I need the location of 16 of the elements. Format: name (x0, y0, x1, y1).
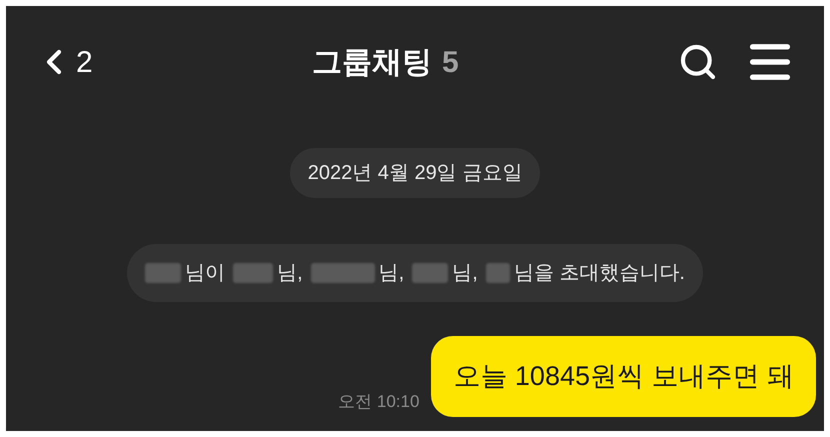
invite-text: 님, (378, 261, 404, 286)
message-bubble: 오늘 10845원씩 보내주면 돼 (431, 336, 816, 416)
chat-title: 그룹채팅 (312, 44, 432, 80)
redaction-mark (486, 263, 510, 283)
back-button[interactable]: 2 (34, 40, 93, 84)
redaction-mark (310, 263, 375, 283)
invite-text: 님이 (185, 261, 226, 286)
invite-text: 님을 초대했습니다. (514, 261, 685, 286)
search-icon[interactable] (678, 42, 718, 82)
invite-text: 님, (277, 261, 303, 286)
member-count: 5 (442, 44, 459, 80)
invite-text: 님, (452, 261, 478, 286)
redaction-mark (412, 263, 448, 283)
message-time: 오전 10:10 (338, 391, 420, 413)
redaction-mark (233, 263, 274, 283)
redaction-mark (145, 263, 182, 283)
